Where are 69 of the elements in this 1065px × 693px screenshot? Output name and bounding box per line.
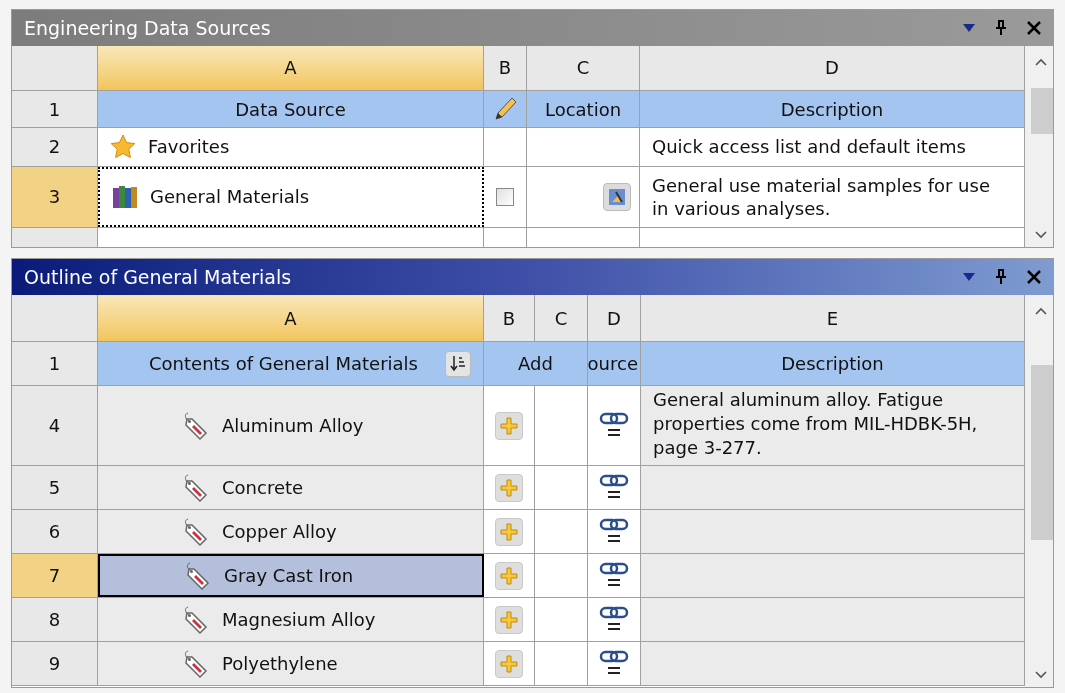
row-header[interactable]: 2 [12,128,98,166]
material-name: Polyethylene [222,652,338,676]
row-header[interactable]: 4 [12,386,98,465]
panel-title: Engineering Data Sources [24,15,272,41]
material-name: Aluminum Alloy [222,414,364,438]
browse-button[interactable] [603,182,631,211]
column-header[interactable]: A [98,46,484,90]
dropdown-icon[interactable] [963,24,975,32]
material-cell[interactable]: Copper Alloy [98,510,484,553]
column-header[interactable]: A [98,295,484,341]
image-icon [608,187,626,206]
scroll-down-icon[interactable] [1035,231,1047,239]
scroll-up-icon[interactable] [1035,58,1047,66]
sort-button[interactable] [445,350,471,377]
row-header[interactable]: 8 [12,598,98,641]
add-button[interactable] [495,605,523,634]
add-button[interactable] [495,649,523,678]
row-header: 1 [12,342,98,385]
column-header[interactable]: D [588,295,641,341]
column-title: Add [484,342,588,385]
column-header[interactable]: E [641,295,1025,341]
material-name: Copper Alloy [222,520,337,544]
column-header[interactable]: B [484,46,527,90]
column-title: Contents of General Materials [148,352,419,376]
row-header[interactable]: 5 [12,466,98,509]
scroll-down-icon[interactable] [1035,671,1047,679]
column-title: Location [527,91,640,128]
scrollbar[interactable] [1025,295,1053,687]
data-source-name: Favorites [148,135,230,160]
data-source-name: General Materials [150,185,310,210]
material-cell[interactable]: Aluminum Alloy [98,386,484,465]
material-cell[interactable]: Magnesium Alloy [98,598,484,641]
scroll-up-icon[interactable] [1035,307,1047,315]
add-button[interactable] [495,517,523,546]
material-name: Gray Cast Iron [224,564,354,588]
column-header[interactable]: D [640,46,1025,90]
scrollbar[interactable] [1025,46,1053,247]
row-header[interactable]: 6 [12,510,98,553]
add-button[interactable] [495,411,523,440]
scroll-thumb[interactable] [1031,365,1053,540]
scroll-thumb[interactable] [1031,88,1053,134]
star-icon [110,134,136,160]
add-button[interactable] [495,473,523,502]
books-icon [112,184,138,209]
dropdown-icon[interactable] [963,273,975,281]
column-title: Data Source [98,91,484,128]
material-cell[interactable]: Gray Cast Iron [98,554,484,597]
close-icon[interactable] [1027,270,1041,284]
description-cell: General aluminum alloy. Fatigue properties come from MIL-HDBK-5H, page 3-277. [641,386,1025,465]
column-title: ource [588,342,641,385]
column-header[interactable]: C [527,46,640,90]
pin-icon[interactable] [995,269,1007,285]
sort-icon [450,354,466,373]
column-header[interactable]: B [484,295,535,341]
row-header: 1 [12,91,98,128]
material-name: Concrete [222,476,304,500]
data-source-cell[interactable]: General Materials [98,166,484,227]
material-cell[interactable]: Concrete [98,466,484,509]
row-header[interactable]: 9 [12,642,98,685]
panel-title: Outline of General Materials [24,264,293,290]
row-header[interactable]: 7 [12,554,98,597]
material-cell[interactable]: Polyethylene [98,642,484,685]
row-header[interactable]: 3 [12,166,98,227]
material-name: Magnesium Alloy [222,608,376,632]
checkbox[interactable] [496,187,514,206]
add-button[interactable] [495,561,523,590]
pin-icon[interactable] [995,20,1007,36]
close-icon[interactable] [1027,21,1041,35]
column-header[interactable]: C [535,295,588,341]
